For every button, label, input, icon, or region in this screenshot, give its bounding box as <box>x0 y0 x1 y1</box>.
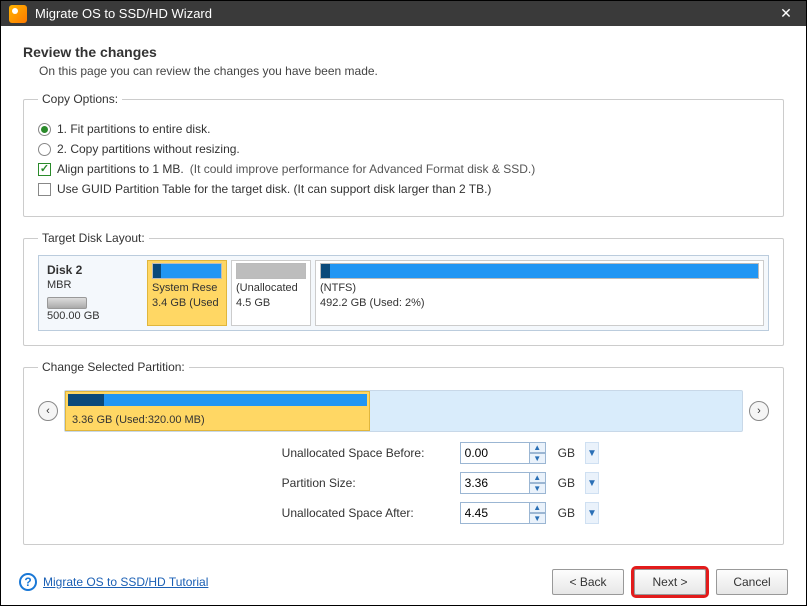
window-title: Migrate OS to SSD/HD Wizard <box>35 6 774 21</box>
option-fit-row[interactable]: 1. Fit partitions to entire disk. <box>38 122 769 136</box>
unit-dropdown-after[interactable]: ▼ <box>585 502 599 524</box>
unit-before: GB <box>558 446 575 460</box>
change-partition-group: Change Selected Partition: ‹ 3.36 GB (Us… <box>23 360 784 545</box>
change-partition-legend: Change Selected Partition: <box>38 360 189 374</box>
unit-dropdown-size[interactable]: ▼ <box>585 472 599 494</box>
partition-system-reserved[interactable]: System Rese 3.4 GB (Used <box>147 260 227 326</box>
option-align-label: Align partitions to 1 MB. <box>57 162 184 176</box>
wizard-window: Migrate OS to SSD/HD Wizard ✕ Review the… <box>0 0 807 606</box>
input-space-after[interactable] <box>460 502 530 524</box>
page-header: Review the changes On this page you can … <box>1 26 806 92</box>
radio-noresize[interactable] <box>38 143 51 156</box>
footer: ? Migrate OS to SSD/HD Tutorial < Back N… <box>1 559 806 605</box>
row-space-after: Unallocated Space After: ▲▼ GB ▼ <box>282 502 599 524</box>
spin-space-before[interactable]: ▲▼ <box>460 442 546 464</box>
partition-used-bar <box>68 394 104 406</box>
label-space-after: Unallocated Space After: <box>282 506 452 520</box>
spin-up-icon[interactable]: ▲ <box>530 472 546 483</box>
unit-after: GB <box>558 506 575 520</box>
cancel-button[interactable]: Cancel <box>716 569 788 595</box>
partition-ntfs[interactable]: (NTFS) 492.2 GB (Used: 2%) <box>315 260 764 326</box>
tutorial-link[interactable]: Migrate OS to SSD/HD Tutorial <box>43 575 208 589</box>
spin-down-icon[interactable]: ▼ <box>530 513 546 524</box>
wizard-buttons: < Back Next > Cancel <box>552 569 788 595</box>
disk-name: Disk 2 <box>47 262 139 278</box>
option-noresize-row[interactable]: 2. Copy partitions without resizing. <box>38 142 769 156</box>
selected-partition-region[interactable]: 3.36 GB (Used:320.00 MB) <box>65 391 370 431</box>
page-description: On this page you can review the changes … <box>39 64 784 78</box>
size-inputs: Unallocated Space Before: ▲▼ GB ▼ Partit… <box>38 442 769 524</box>
disk-info: Disk 2 MBR 500.00 GB <box>43 260 143 326</box>
unit-size: GB <box>558 476 575 490</box>
checkbox-align[interactable] <box>38 163 51 176</box>
partition3-name: (NTFS) <box>320 281 759 296</box>
disk-scheme: MBR <box>47 278 139 293</box>
disk-layout-row: Disk 2 MBR 500.00 GB System Rese 3.4 GB … <box>38 255 769 331</box>
spin-up-icon[interactable]: ▲ <box>530 442 546 453</box>
label-space-before: Unallocated Space Before: <box>282 446 452 460</box>
option-guid-label: Use GUID Partition Table for the target … <box>57 182 491 196</box>
spin-partition-size[interactable]: ▲▼ <box>460 472 546 494</box>
partition-unallocated[interactable]: (Unallocated 4.5 GB <box>231 260 311 326</box>
copy-options-group: Copy Options: 1. Fit partitions to entir… <box>23 92 784 217</box>
row-partition-size: Partition Size: ▲▼ GB ▼ <box>282 472 599 494</box>
option-align-hint: (It could improve performance for Advanc… <box>190 162 535 176</box>
option-align-row[interactable]: Align partitions to 1 MB. (It could impr… <box>38 162 769 176</box>
change-bar-wrap: ‹ 3.36 GB (Used:320.00 MB) › <box>38 390 769 432</box>
checkbox-guid[interactable] <box>38 183 51 196</box>
spin-down-icon[interactable]: ▼ <box>530 483 546 494</box>
page-title: Review the changes <box>23 44 784 60</box>
partition2-size: 4.5 GB <box>236 296 306 311</box>
row-space-before: Unallocated Space Before: ▲▼ GB ▼ <box>282 442 599 464</box>
target-disk-legend: Target Disk Layout: <box>38 231 149 245</box>
radio-fit[interactable] <box>38 123 51 136</box>
partition-resize-bar[interactable]: 3.36 GB (Used:320.00 MB) <box>64 390 743 432</box>
app-icon <box>9 5 27 23</box>
back-button[interactable]: < Back <box>552 569 624 595</box>
partition-bar-label: 3.36 GB (Used:320.00 MB) <box>72 414 205 426</box>
partition1-size: 3.4 GB (Used <box>152 296 222 311</box>
grow-right-button[interactable]: › <box>749 401 769 421</box>
help-icon[interactable]: ? <box>19 573 37 591</box>
spin-down-icon[interactable]: ▼ <box>530 453 546 464</box>
titlebar: Migrate OS to SSD/HD Wizard ✕ <box>1 1 806 26</box>
copy-options-legend: Copy Options: <box>38 92 122 106</box>
disk-size: 500.00 GB <box>47 309 139 324</box>
partition2-name: (Unallocated <box>236 281 306 296</box>
partition1-name: System Rese <box>152 281 222 296</box>
shrink-left-button[interactable]: ‹ <box>38 401 58 421</box>
option-guid-row[interactable]: Use GUID Partition Table for the target … <box>38 182 769 196</box>
partition3-size: 492.2 GB (Used: 2%) <box>320 296 759 311</box>
partition-fill-bar <box>68 394 367 406</box>
option-noresize-label: 2. Copy partitions without resizing. <box>57 142 240 156</box>
input-partition-size[interactable] <box>460 472 530 494</box>
next-button[interactable]: Next > <box>634 569 706 595</box>
close-icon[interactable]: ✕ <box>774 2 798 26</box>
option-fit-label: 1. Fit partitions to entire disk. <box>57 122 210 136</box>
spin-up-icon[interactable]: ▲ <box>530 502 546 513</box>
unit-dropdown-before[interactable]: ▼ <box>585 442 599 464</box>
help-area: ? Migrate OS to SSD/HD Tutorial <box>19 573 208 591</box>
hdd-icon <box>47 297 87 309</box>
input-space-before[interactable] <box>460 442 530 464</box>
spin-space-after[interactable]: ▲▼ <box>460 502 546 524</box>
label-partition-size: Partition Size: <box>282 476 452 490</box>
target-disk-group: Target Disk Layout: Disk 2 MBR 500.00 GB… <box>23 231 784 346</box>
